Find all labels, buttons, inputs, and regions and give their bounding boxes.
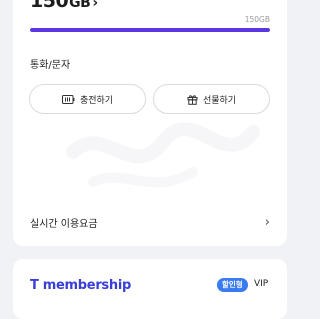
battery-charge-icon xyxy=(61,94,75,104)
gift-button-label: 선물하기 xyxy=(202,95,237,106)
membership-card[interactable]: T membership 할인형 VIP xyxy=(13,259,287,319)
data-amount: 150 xyxy=(30,0,69,12)
data-progress-fill xyxy=(30,28,270,32)
realtime-fee-label: 실시간 이용요금 xyxy=(30,218,98,230)
discount-type-badge: 할인형 xyxy=(217,278,248,292)
charge-button[interactable]: 충전하기 xyxy=(29,84,146,114)
gift-button[interactable]: 선물하기 xyxy=(153,84,270,114)
chevron-right-icon: › xyxy=(264,214,270,230)
gift-icon xyxy=(187,94,198,105)
background-pattern xyxy=(66,122,260,188)
charge-button-label: 충전하기 xyxy=(79,95,114,106)
chevron-right-icon: › xyxy=(92,0,98,11)
data-total-label: 150GB xyxy=(244,15,270,24)
membership-tier: VIP xyxy=(254,279,269,289)
data-remaining-link[interactable]: 150GB › xyxy=(30,0,98,11)
realtime-fee-row[interactable]: 실시간 이용요금 › xyxy=(30,214,270,230)
data-progress-bar xyxy=(30,28,270,32)
t-membership-logo: T membership xyxy=(30,278,131,293)
data-unit: GB xyxy=(69,0,91,11)
data-usage-card: 150GB › 150GB 통화/문자 충전하기 선물하기 실시간 이용요금 › xyxy=(13,0,287,246)
call-sms-label: 통화/문자 xyxy=(30,60,71,71)
